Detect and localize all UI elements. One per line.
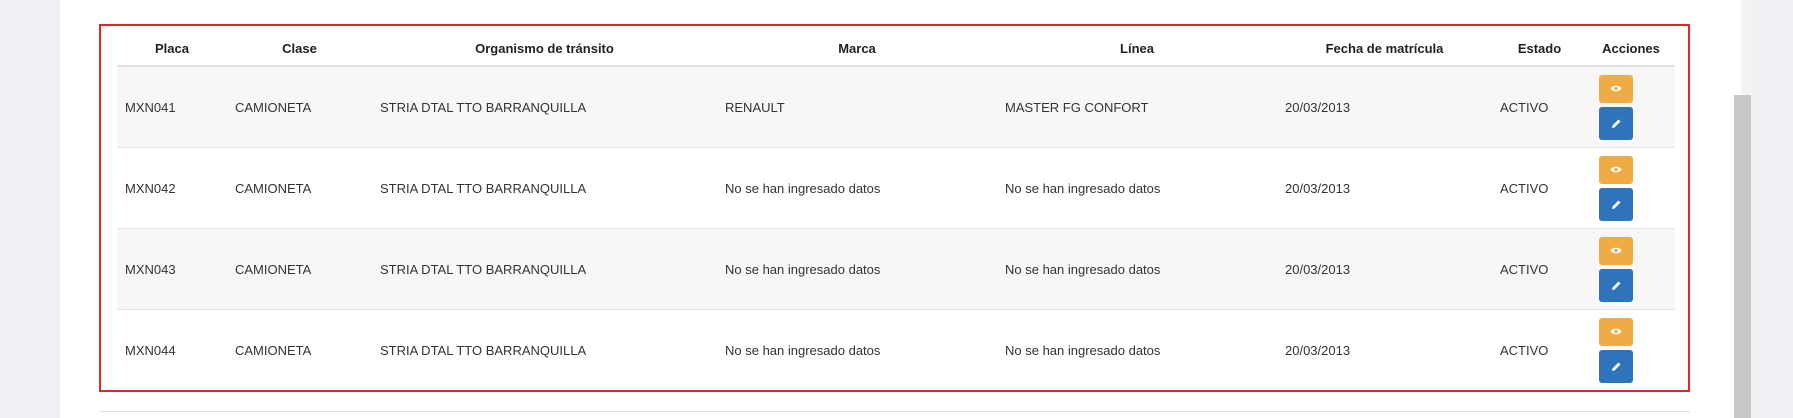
cell-fecha: 20/03/2013 [1277,65,1492,148]
cell-acciones [1587,309,1675,390]
table-row: MXN044 CAMIONETA STRIA DTAL TTO BARRANQU… [117,309,1675,390]
eye-icon [1610,328,1622,335]
eye-icon [1610,85,1622,92]
cell-marca: RENAULT [717,65,997,148]
row-actions [1595,236,1667,302]
cell-acciones [1587,147,1675,229]
pencil-icon [1611,362,1620,371]
cell-estado: ACTIVO [1492,65,1587,148]
table-row: MXN041 CAMIONETA STRIA DTAL TTO BARRANQU… [117,65,1675,148]
section-divider [99,411,1690,412]
cell-linea: No se han ingresado datos [997,228,1277,310]
view-button[interactable] [1599,236,1633,265]
header-estado[interactable]: Estado [1492,32,1587,67]
table-header-row: Placa Clase Organismo de tránsito Marca … [117,32,1675,67]
edit-button[interactable] [1599,106,1633,140]
header-organismo[interactable]: Organismo de tránsito [372,32,717,67]
eye-icon [1610,166,1622,173]
scrollbar-thumb[interactable] [1734,95,1751,418]
cell-fecha: 20/03/2013 [1277,228,1492,310]
edit-button[interactable] [1599,349,1633,383]
pencil-icon [1611,200,1620,209]
cell-clase: CAMIONETA [227,65,372,148]
pencil-icon [1611,281,1620,290]
cell-acciones [1587,65,1675,148]
cell-marca: No se han ingresado datos [717,228,997,310]
row-actions [1595,317,1667,383]
cell-estado: ACTIVO [1492,147,1587,229]
header-fecha[interactable]: Fecha de matrícula [1277,32,1492,67]
header-placa[interactable]: Placa [117,32,227,67]
cell-linea: No se han ingresado datos [997,147,1277,229]
cell-placa: MXN042 [117,147,227,229]
view-button[interactable] [1599,74,1633,103]
edit-button[interactable] [1599,187,1633,221]
cell-linea: MASTER FG CONFORT [997,65,1277,148]
highlight-frame: Placa Clase Organismo de tránsito Marca … [99,24,1690,392]
cell-fecha: 20/03/2013 [1277,147,1492,229]
cell-marca: No se han ingresado datos [717,147,997,229]
header-clase[interactable]: Clase [227,32,372,67]
cell-organismo: STRIA DTAL TTO BARRANQUILLA [372,65,717,148]
cell-clase: CAMIONETA [227,147,372,229]
cell-clase: CAMIONETA [227,228,372,310]
cell-acciones [1587,228,1675,310]
view-button[interactable] [1599,317,1633,346]
cell-estado: ACTIVO [1492,228,1587,310]
cell-organismo: STRIA DTAL TTO BARRANQUILLA [372,228,717,310]
eye-icon [1610,247,1622,254]
cell-estado: ACTIVO [1492,309,1587,390]
table-row: MXN042 CAMIONETA STRIA DTAL TTO BARRANQU… [117,147,1675,229]
row-actions [1595,155,1667,221]
header-acciones: Acciones [1587,32,1675,67]
cell-organismo: STRIA DTAL TTO BARRANQUILLA [372,147,717,229]
cell-fecha: 20/03/2013 [1277,309,1492,390]
header-marca[interactable]: Marca [717,32,997,67]
table-row: MXN043 CAMIONETA STRIA DTAL TTO BARRANQU… [117,228,1675,310]
view-button[interactable] [1599,155,1633,184]
cell-placa: MXN041 [117,65,227,148]
cell-organismo: STRIA DTAL TTO BARRANQUILLA [372,309,717,390]
vehicles-table: Placa Clase Organismo de tránsito Marca … [117,32,1675,390]
row-actions [1595,74,1667,140]
cell-placa: MXN044 [117,309,227,390]
pencil-icon [1611,119,1620,128]
cell-clase: CAMIONETA [227,309,372,390]
edit-button[interactable] [1599,268,1633,302]
cell-placa: MXN043 [117,228,227,310]
header-linea[interactable]: Línea [997,32,1277,67]
cell-linea: No se han ingresado datos [997,309,1277,390]
cell-marca: No se han ingresado datos [717,309,997,390]
